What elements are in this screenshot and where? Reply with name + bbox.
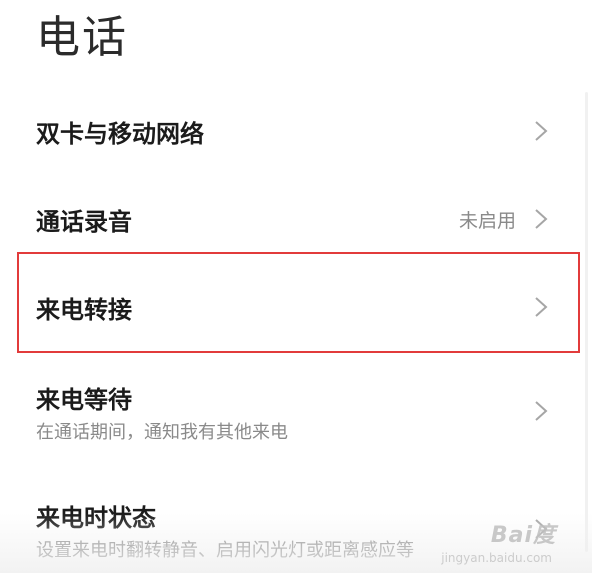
chevron-right-icon: [534, 208, 548, 230]
setting-call-waiting[interactable]: 来电等待 在通话期间，通知我有其他来电: [0, 362, 592, 466]
setting-dual-sim[interactable]: 双卡与移动网络: [0, 92, 592, 172]
page-title: 电话: [36, 12, 128, 63]
setting-dual-sim-title: 双卡与移动网络: [36, 120, 204, 148]
setting-call-recording-value: 未启用: [458, 210, 516, 232]
chevron-right-icon: [534, 120, 548, 142]
watermark-logo: Bai度: [490, 523, 556, 548]
setting-incoming-call-state-title: 来电时状态: [36, 504, 156, 532]
setting-call-waiting-subtitle: 在通话期间，通知我有其他来电: [36, 422, 288, 443]
setting-incoming-call-state-subtitle: 设置来电时翻转静音、启用闪光灯或距离感应等: [36, 540, 414, 561]
setting-call-recording-title: 通话录音: [36, 208, 132, 236]
setting-call-recording[interactable]: 通话录音 未启用: [0, 176, 592, 256]
chevron-right-icon: [534, 400, 548, 422]
setting-call-waiting-title: 来电等待: [36, 386, 132, 414]
highlight-box: [17, 252, 580, 353]
watermark-caption: jingyan.baidu.com: [441, 551, 552, 565]
